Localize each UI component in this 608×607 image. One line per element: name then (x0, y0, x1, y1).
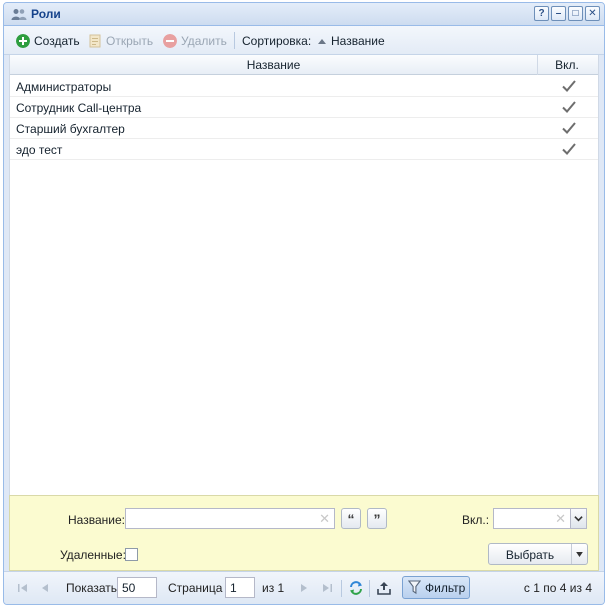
delete-label: Удалить (181, 34, 227, 48)
minus-circle-icon (163, 34, 177, 48)
select-button[interactable]: Выбрать (488, 543, 588, 565)
sort-label: Сортировка: (242, 34, 312, 48)
filter-name-input[interactable]: ✕ (125, 508, 335, 529)
table-row[interactable]: Сотрудник Call-центра (10, 97, 598, 118)
table-row[interactable]: Старший бухгалтер (10, 118, 598, 139)
roles-window: Роли ? – □ ✕ Создать Открыть Удалить Сор… (3, 2, 605, 605)
column-header-enabled[interactable]: Вкл. (538, 55, 596, 75)
document-icon (89, 34, 101, 48)
page-of-label: из 1 (262, 581, 285, 595)
minimize-icon[interactable]: – (551, 6, 566, 21)
refresh-icon[interactable] (348, 580, 364, 596)
filter-enabled-combo[interactable]: ✕ (493, 508, 587, 529)
paging-summary: с 1 по 4 из 4 (523, 581, 592, 595)
window-title: Роли (31, 7, 61, 21)
filter-deleted-label: Удаленные: (60, 548, 126, 562)
first-page-icon[interactable] (16, 581, 30, 595)
check-icon (562, 143, 576, 155)
sort-name-button[interactable]: Название (317, 33, 385, 49)
filter-enabled-label: Вкл.: (462, 513, 490, 527)
clear-icon[interactable]: ✕ (319, 511, 330, 527)
grid-header: Название Вкл. (10, 55, 598, 75)
funnel-icon (408, 580, 421, 595)
last-page-icon[interactable] (320, 581, 334, 595)
check-icon (562, 122, 576, 134)
sort-asc-icon (318, 39, 326, 44)
paging-separator (369, 580, 370, 597)
prev-page-icon[interactable] (38, 581, 52, 595)
toolbar: Создать Открыть Удалить Сортировка: Назв… (4, 26, 604, 55)
row-name: Сотрудник Call-центра (16, 101, 142, 115)
sort-value: Название (331, 34, 385, 48)
chevron-down-icon (574, 516, 583, 522)
open-button[interactable]: Открыть (88, 33, 153, 49)
open-label: Открыть (106, 34, 154, 48)
combo-trigger[interactable] (570, 508, 587, 529)
open-quote-button[interactable]: “ (341, 508, 361, 529)
export-icon[interactable] (376, 580, 392, 596)
close-icon[interactable]: ✕ (585, 6, 600, 21)
paging-toolbar: Показать 50 Страница 1 из 1 Фильтр с 1 п… (4, 571, 604, 604)
roles-grid: Название Вкл. Администраторы Сотрудник C… (9, 55, 599, 495)
create-label: Создать (34, 34, 80, 48)
caret-down-icon (576, 551, 583, 557)
help-icon[interactable]: ? (534, 6, 549, 21)
close-quote-button[interactable]: ” (367, 508, 387, 529)
delete-button[interactable]: Удалить (163, 33, 227, 49)
check-icon (562, 80, 576, 92)
filter-button-label: Фильтр (425, 581, 466, 595)
check-icon (562, 101, 576, 113)
row-name: эдо тест (16, 143, 63, 157)
row-name: Администраторы (16, 80, 112, 94)
deleted-checkbox[interactable] (125, 548, 138, 561)
show-label: Показать (66, 581, 118, 595)
window-titlebar[interactable]: Роли ? – □ ✕ (4, 3, 604, 26)
select-button-label: Выбрать (505, 548, 555, 562)
row-name: Старший бухгалтер (16, 122, 125, 136)
page-size-input[interactable]: 50 (117, 577, 157, 598)
plus-circle-icon (16, 34, 30, 48)
filter-name-label: Название: (68, 513, 125, 527)
next-page-icon[interactable] (297, 581, 311, 595)
paging-separator (341, 580, 342, 597)
window-tools: ? – □ ✕ (534, 6, 600, 21)
toolbar-separator (234, 32, 235, 49)
filter-panel: Название: ✕ “ ” Вкл.: ✕ Удаленные: Выбра… (9, 495, 599, 571)
page-number-input[interactable]: 1 (225, 577, 255, 598)
clear-icon[interactable]: ✕ (555, 511, 566, 527)
users-icon (11, 9, 27, 20)
table-row[interactable]: Администраторы (10, 76, 598, 97)
column-header-name[interactable]: Название (10, 55, 538, 75)
table-row[interactable]: эдо тест (10, 139, 598, 160)
select-split-arrow[interactable] (571, 544, 587, 564)
maximize-icon[interactable]: □ (568, 6, 583, 21)
filter-toggle-button[interactable]: Фильтр (402, 576, 470, 599)
page-label: Страница (168, 581, 223, 595)
create-button[interactable]: Создать (16, 33, 80, 49)
